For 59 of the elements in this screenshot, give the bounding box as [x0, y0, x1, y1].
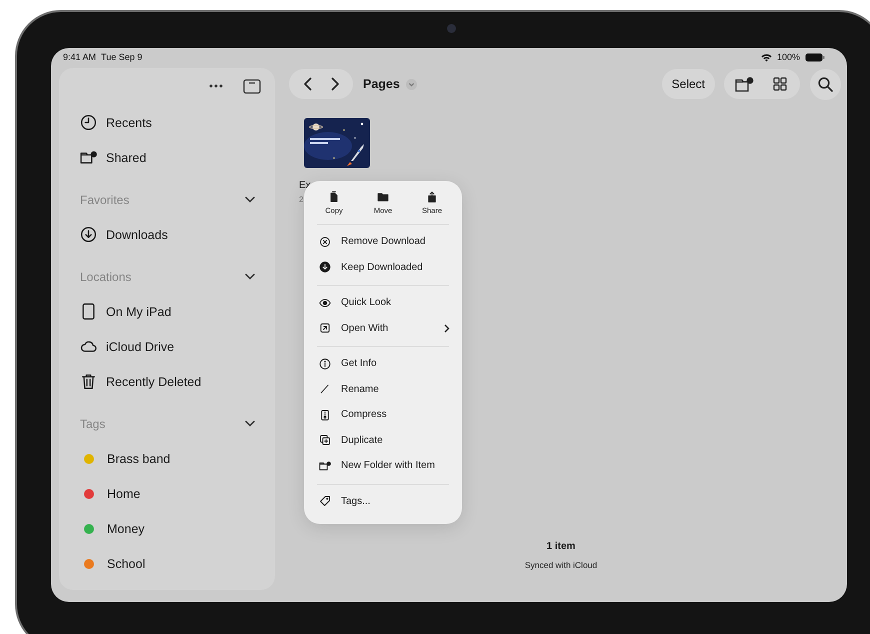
chevron-icon[interactable] — [245, 420, 255, 427]
menu-item[interactable]: Quick Look — [304, 290, 462, 316]
menu-item[interactable]: Duplicate — [304, 428, 462, 453]
sidebar-item[interactable]: iCloud Drive — [59, 329, 275, 364]
duplicate-icon — [319, 434, 331, 446]
share-icon — [426, 191, 438, 203]
tablet-icon — [80, 303, 97, 320]
menu-item[interactable]: Open With — [304, 316, 462, 341]
sidebar-item[interactable]: Recents — [59, 105, 275, 140]
sidebar-item[interactable]: Home — [59, 476, 275, 511]
trash-icon — [80, 373, 97, 390]
menu-item[interactable]: Keep Downloaded — [304, 254, 462, 280]
file-date: 2 — [299, 195, 304, 204]
menu-item[interactable]: Get Info — [304, 351, 462, 376]
clock-icon — [80, 114, 97, 131]
status-date: Tue Sep 9 — [101, 52, 142, 62]
menu-item[interactable]: Tags... — [304, 488, 462, 514]
pencil-icon — [319, 383, 331, 396]
battery-percent: 100% — [776, 52, 800, 62]
dropdown-icon[interactable] — [406, 78, 417, 90]
folder-title: Pages — [363, 77, 400, 91]
battery-icon — [805, 52, 825, 62]
folder-plus-icon — [319, 460, 331, 472]
camera-lens — [447, 24, 456, 33]
section-header: Favorites — [80, 192, 130, 206]
x-circle-icon — [319, 236, 331, 248]
more-icon[interactable] — [207, 82, 225, 90]
sidebar-item[interactable]: Recently Deleted — [59, 364, 275, 399]
download-icon — [80, 226, 97, 243]
wifi-icon — [760, 52, 772, 62]
search-icon[interactable] — [810, 68, 841, 100]
arrow-square-icon — [319, 322, 331, 334]
menu-item[interactable]: Remove Download — [304, 229, 462, 254]
section-header: Locations — [80, 270, 132, 284]
menu-item[interactable]: Rename — [304, 376, 462, 402]
folder-icon — [377, 191, 389, 203]
sync-status: Synced with iCloud — [524, 560, 598, 570]
chevron-icon[interactable] — [245, 196, 255, 203]
copy-icon — [328, 191, 340, 203]
tag-icon — [319, 495, 331, 508]
shared-folder-icon — [80, 149, 97, 166]
menu-item[interactable]: New Folder with Item — [304, 453, 462, 478]
sidebar-item[interactable]: Downloads — [59, 217, 275, 252]
section-header: Tags — [80, 416, 106, 430]
sidebar-item[interactable]: On My iPad — [59, 294, 275, 329]
menu-item[interactable]: Compress — [304, 402, 462, 428]
chevron-icon[interactable] — [245, 273, 255, 280]
download-icon — [319, 261, 331, 274]
sidebar-item[interactable]: Brass band — [59, 441, 275, 476]
sidebar-item[interactable]: School — [59, 546, 275, 581]
sidebar-item[interactable]: Money — [59, 511, 275, 546]
item-count: 1 item — [546, 541, 576, 552]
select-button[interactable]: Select — [662, 69, 715, 99]
sidebar-toggle-icon[interactable] — [241, 76, 263, 96]
sidebar-item[interactable]: Shared — [59, 140, 275, 175]
status-time: 9:41 AM — [63, 52, 96, 62]
eye-icon — [319, 296, 331, 309]
info-icon — [319, 358, 331, 370]
zip-icon — [319, 408, 331, 421]
